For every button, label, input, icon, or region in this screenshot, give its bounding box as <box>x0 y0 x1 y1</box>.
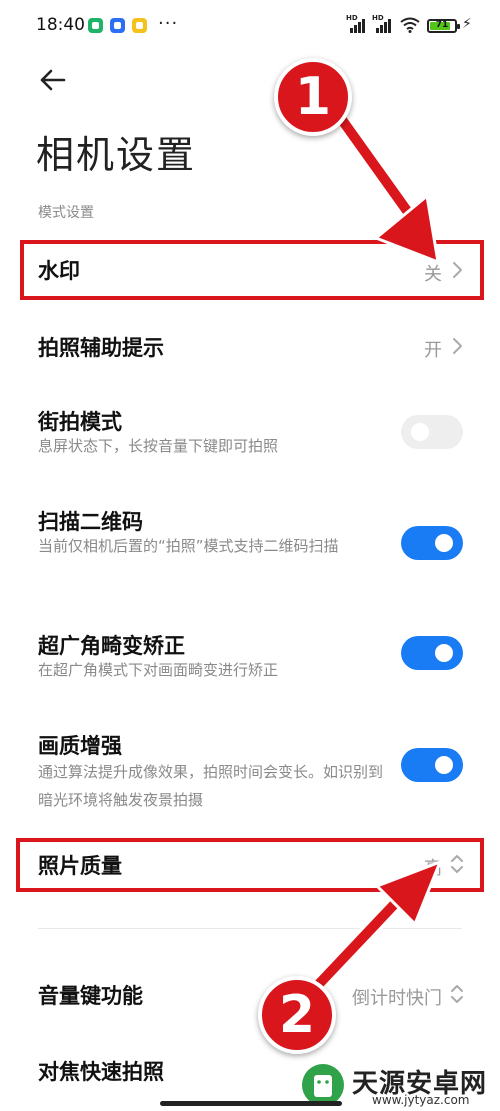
status-time: 18:40 <box>36 15 85 35</box>
divider <box>38 928 462 929</box>
chevron-updown-icon <box>451 855 463 873</box>
street-mode-subtitle: 息屏状态下，长按音量下键即可拍照 <box>38 437 279 455</box>
quality-enhance-subtitle: 通过算法提升成像效果，拍照时间会变长。如识别到暗光环境将触发夜景拍摄 <box>38 763 384 809</box>
battery-icon: 71 <box>427 19 460 33</box>
scan-qr-toggle[interactable] <box>401 526 463 560</box>
setting-volume-key[interactable]: 音量键功能 倒计时快门 <box>0 968 500 1022</box>
section-label: 模式设置 <box>38 205 94 221</box>
quality-enhance-toggle[interactable] <box>401 748 463 782</box>
volume-key-value: 倒计时快门 <box>352 988 442 1009</box>
setting-shooting-hint[interactable]: 拍照辅助提示 开 <box>0 318 500 378</box>
quality-enhance-title: 画质增强 <box>38 734 122 758</box>
annotation-badge-1: 1 <box>274 58 352 136</box>
signal-1-icon: HD <box>346 14 368 33</box>
annotation-badge-2: 2 <box>258 976 336 1054</box>
scan-qr-subtitle: 当前仅相机后置的“拍照”模式支持二维码扫描 <box>38 537 339 555</box>
street-mode-toggle[interactable] <box>401 415 463 449</box>
setting-photo-quality[interactable]: 照片质量 高 <box>0 838 500 892</box>
status-bar: 18:40 ··· HD HD 71 ⚡ <box>0 0 500 56</box>
volume-key-title: 音量键功能 <box>38 984 143 1008</box>
blue-app-icon <box>110 18 125 33</box>
shooting-hint-value: 开 <box>424 340 442 361</box>
watermark-value: 关 <box>424 264 442 285</box>
chevron-right-icon <box>453 338 462 354</box>
charging-icon: ⚡ <box>462 16 472 32</box>
signal-2-icon: HD <box>372 14 394 33</box>
overflow-dots-icon: ··· <box>158 13 179 34</box>
watermark-title: 水印 <box>38 259 80 283</box>
signal-1-hd-label: HD <box>346 14 358 22</box>
ultrawide-correction-subtitle: 在超广角模式下对画面畸变进行矫正 <box>38 661 279 679</box>
chevron-updown-icon <box>451 985 463 1003</box>
page-title: 相机设置 <box>36 133 197 177</box>
setting-watermark[interactable]: 水印 关 <box>0 240 500 300</box>
photo-quality-title: 照片质量 <box>38 854 122 878</box>
battery-level: 71 <box>435 20 449 30</box>
photo-quality-value: 高 <box>424 858 442 879</box>
chevron-right-icon <box>453 262 462 278</box>
wifi-icon <box>400 17 420 33</box>
focus-shoot-title: 对焦快速拍照 <box>38 1060 164 1084</box>
site-watermark-url: www.jytyaz.com <box>372 1093 470 1107</box>
shooting-hint-title: 拍照辅助提示 <box>38 336 164 360</box>
signal-2-hd-label: HD <box>372 14 384 22</box>
green-shield-icon <box>88 18 103 33</box>
home-indicator[interactable] <box>160 1101 342 1106</box>
back-arrow-icon[interactable] <box>36 62 72 98</box>
ultrawide-correction-toggle[interactable] <box>401 636 463 670</box>
yellow-app-icon <box>132 18 147 33</box>
